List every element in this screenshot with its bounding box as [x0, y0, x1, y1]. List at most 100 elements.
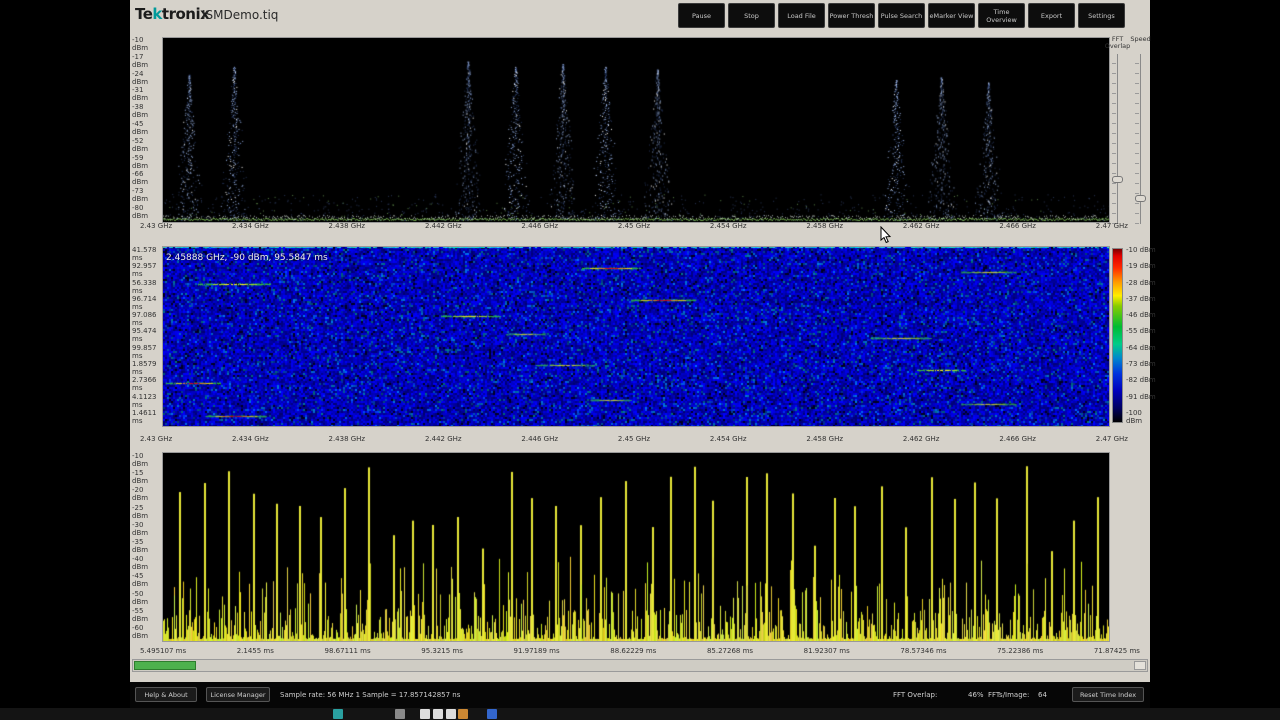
- ffts-per-image-label: FFTs/Image:: [988, 691, 1029, 699]
- spectrogram-y-tick-label: 1.8579 ms: [132, 360, 160, 376]
- spectrogram-x-tick-label: 2.442 GHz: [425, 435, 462, 443]
- spectrum-y-tick-label: -59 dBm: [132, 154, 160, 170]
- timeview-y-tick-label: -10 dBm: [132, 452, 160, 468]
- toolbar-button[interactable]: Time Overview: [978, 3, 1025, 28]
- fft-overlap-slider-label: FFT Overlap: [1105, 36, 1131, 54]
- license-manager-button[interactable]: License Manager: [206, 687, 270, 702]
- colorbar-tick-label: -82 dBm: [1126, 376, 1156, 384]
- status-bar: Help & About License Manager Sample rate…: [130, 682, 1150, 708]
- loaded-file-name: ISMDemo.tiq: [202, 8, 278, 22]
- colorbar-tick-label: -19 dBm: [1126, 262, 1156, 270]
- spectrum-y-tick-label: -10 dBm: [132, 36, 160, 52]
- fft-overlap-slider[interactable]: FFT Overlap: [1108, 36, 1127, 224]
- taskbar-icon[interactable]: [333, 709, 343, 719]
- timeview-x-axis: 5.495107 ms2.1455 ms98.67111 ms95.3215 m…: [140, 647, 1140, 655]
- spectrogram-x-tick-label: 2.438 GHz: [328, 435, 365, 443]
- time-scrollbar-thumb[interactable]: [134, 661, 196, 670]
- timeview-x-tick-label: 98.67111 ms: [325, 647, 371, 655]
- spectrum-x-tick-label: 2.454 GHz: [710, 222, 747, 230]
- spectrum-canvas[interactable]: [162, 37, 1110, 223]
- spectrogram-x-tick-label: 2.434 GHz: [232, 435, 269, 443]
- timeview-x-tick-label: 78.57346 ms: [900, 647, 946, 655]
- colorbar-tick-label: -55 dBm: [1126, 327, 1156, 335]
- amplitude-colorbar: [1112, 248, 1123, 423]
- taskbar-icon[interactable]: [433, 709, 443, 719]
- spectrogram-y-tick-label: 1.4611 ms: [132, 409, 160, 425]
- app-window: Tektronix ISMDemo.tiq PauseStopLoad File…: [130, 0, 1150, 712]
- spectrogram-y-tick-label: 99.857 ms: [132, 344, 160, 360]
- os-taskbar[interactable]: [0, 708, 1280, 720]
- timeview-canvas[interactable]: [162, 452, 1110, 642]
- spectrum-y-tick-label: -52 dBm: [132, 137, 160, 153]
- colorbar-tick-label: -73 dBm: [1126, 360, 1156, 368]
- timeview-y-tick-label: -60 dBm: [132, 624, 160, 640]
- spectrogram-x-axis: 2.43 GHz2.434 GHz2.438 GHz2.442 GHz2.446…: [140, 435, 1128, 443]
- spectrum-x-tick-label: 2.466 GHz: [999, 222, 1036, 230]
- speed-slider-thumb[interactable]: [1135, 195, 1146, 202]
- spectrum-y-tick-label: -31 dBm: [132, 86, 160, 102]
- timeview-x-tick-label: 91.97189 ms: [514, 647, 560, 655]
- toolbar-button[interactable]: Settings: [1078, 3, 1125, 28]
- spectrogram-y-tick-label: 92.957 ms: [132, 262, 160, 278]
- timeview-x-tick-label: 2.1455 ms: [237, 647, 274, 655]
- fft-overlap-slider-track[interactable]: [1111, 54, 1124, 224]
- spectrum-y-tick-label: -45 dBm: [132, 120, 160, 136]
- time-scrollbar-end-cap[interactable]: [1134, 661, 1146, 670]
- display-sliders: FFT Overlap Speed: [1108, 36, 1150, 224]
- logo-text: Te: [135, 5, 152, 23]
- spectrogram-y-tick-label: 95.474 ms: [132, 327, 160, 343]
- toolbar-button[interactable]: Pulse Search: [878, 3, 925, 28]
- sample-rate-text: Sample rate: 56 MHz 1 Sample = 17.857142…: [280, 691, 460, 699]
- spectrogram-y-tick-label: 56.338 ms: [132, 279, 160, 295]
- speed-slider-track[interactable]: [1134, 54, 1147, 224]
- spectrogram-canvas[interactable]: [162, 246, 1110, 427]
- fft-overlap-status-label: FFT Overlap:: [893, 691, 937, 699]
- tektronix-logo: Tektronix: [135, 5, 209, 23]
- spectrum-y-tick-label: -24 dBm: [132, 70, 160, 86]
- spectrum-x-tick-label: 2.47 GHz: [1096, 222, 1128, 230]
- screen: Tektronix ISMDemo.tiq PauseStopLoad File…: [0, 0, 1280, 720]
- taskbar-icon[interactable]: [458, 709, 468, 719]
- spectrogram-x-tick-label: 2.454 GHz: [710, 435, 747, 443]
- spectrum-x-tick-label: 2.438 GHz: [328, 222, 365, 230]
- toolbar-button[interactable]: Load File: [778, 3, 825, 28]
- taskbar-icon[interactable]: [420, 709, 430, 719]
- spectrum-x-tick-label: 2.45 GHz: [618, 222, 650, 230]
- spectrum-x-tick-label: 2.446 GHz: [521, 222, 558, 230]
- toolbar-button[interactable]: Export: [1028, 3, 1075, 28]
- spectrogram-x-tick-label: 2.43 GHz: [140, 435, 172, 443]
- spectrum-x-tick-label: 2.43 GHz: [140, 222, 172, 230]
- spectrum-y-tick-label: -80 dBm: [132, 204, 160, 220]
- timeview-y-tick-label: -45 dBm: [132, 572, 160, 588]
- spectrum-x-tick-label: 2.442 GHz: [425, 222, 462, 230]
- timeview-x-tick-label: 88.62229 ms: [610, 647, 656, 655]
- timeview-y-tick-label: -25 dBm: [132, 504, 160, 520]
- taskbar-icon[interactable]: [446, 709, 456, 719]
- speed-slider-label: Speed: [1130, 36, 1150, 54]
- spectrum-x-tick-label: 2.462 GHz: [903, 222, 940, 230]
- spectrum-y-tick-label: -73 dBm: [132, 187, 160, 203]
- toolbar-button[interactable]: Pause: [678, 3, 725, 28]
- spectrum-y-axis: -10 dBm-17 dBm-24 dBm-31 dBm-38 dBm-45 d…: [132, 36, 160, 220]
- taskbar-icon[interactable]: [487, 709, 497, 719]
- toolbar-button[interactable]: Stop: [728, 3, 775, 28]
- toolbar-button[interactable]: Power Thresh: [828, 3, 875, 28]
- help-about-button[interactable]: Help & About: [135, 687, 197, 702]
- time-scrollbar[interactable]: [132, 659, 1148, 672]
- speed-slider[interactable]: Speed: [1131, 36, 1150, 224]
- colorbar-tick-label: -10 dBm: [1126, 246, 1156, 254]
- taskbar-icon[interactable]: [395, 709, 405, 719]
- reset-time-index-button[interactable]: Reset Time Index: [1072, 687, 1144, 702]
- timeview-y-tick-label: -20 dBm: [132, 486, 160, 502]
- colorbar-tick-label: -91 dBm: [1126, 393, 1156, 401]
- colorbar-tick-label: -100 dBm: [1126, 409, 1158, 425]
- colorbar-tick-label: -28 dBm: [1126, 279, 1156, 287]
- fft-overlap-slider-thumb[interactable]: [1112, 176, 1123, 183]
- spectrogram-x-tick-label: 2.462 GHz: [903, 435, 940, 443]
- spectrogram-marker-readout: 2.45888 GHz, -90 dBm, 95.5847 ms: [166, 253, 328, 263]
- timeview-y-tick-label: -15 dBm: [132, 469, 160, 485]
- spectrogram-y-tick-label: 4.1123 ms: [132, 393, 160, 409]
- spectrogram-y-axis: 41.578 ms92.957 ms56.338 ms96.714 ms97.0…: [132, 246, 160, 425]
- spectrum-y-tick-label: -38 dBm: [132, 103, 160, 119]
- toolbar-button[interactable]: eMarker View: [928, 3, 975, 28]
